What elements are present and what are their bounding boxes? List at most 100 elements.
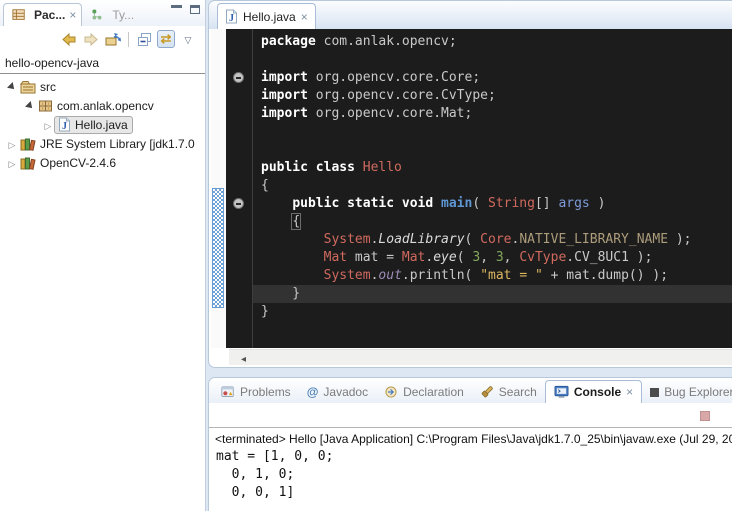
go-into-icon[interactable] — [104, 30, 122, 48]
expander-icon[interactable] — [6, 137, 18, 151]
sidebar-toolbar — [0, 26, 205, 52]
problems-icon — [221, 385, 235, 399]
forward-icon[interactable] — [82, 30, 100, 48]
editor-content: package com.anlak.opencv; import org.open… — [211, 29, 732, 348]
editor-tab-hello-java[interactable]: J Hello.java — [217, 3, 316, 29]
collapse-all-icon[interactable] — [135, 30, 153, 48]
code-line[interactable]: { — [261, 213, 732, 231]
tab-label: Search — [499, 385, 537, 399]
console-status-line: <terminated> Hello [Java Application] C:… — [209, 427, 732, 446]
tree-item-opencv-library[interactable]: OpenCV-2.4.6 — [0, 153, 205, 172]
tree-item-label: com.anlak.opencv — [57, 99, 154, 113]
package-icon — [38, 99, 53, 113]
code-line[interactable] — [261, 51, 732, 69]
tab-label: Javadoc — [323, 385, 368, 399]
console-icon — [554, 385, 569, 399]
range-indicator-ruler — [211, 29, 226, 348]
java-file-icon: J — [58, 117, 71, 132]
view-window-buttons — [171, 5, 200, 14]
package-explorer-panel: Pac... Ty... hello-opencv-jav — [0, 0, 206, 511]
code-line[interactable]: package com.anlak.opencv; — [261, 33, 732, 51]
scroll-left-arrow-icon[interactable] — [229, 349, 246, 367]
declaration-icon — [384, 385, 398, 399]
code-line[interactable]: import org.opencv.core.Core; — [261, 69, 732, 87]
code-line[interactable]: Mat mat = Mat.eye( 3, 3, CvType.CV_8UC1 … — [261, 249, 732, 267]
tree-item-label: JRE System Library [jdk1.7.0 — [40, 137, 195, 151]
toolbar-separator — [128, 32, 129, 47]
expander-icon[interactable] — [42, 118, 54, 132]
tab-javadoc[interactable]: Javadoc — [299, 381, 376, 403]
range-indicator-thumb[interactable] — [212, 188, 224, 308]
code-line[interactable]: import org.opencv.core.CvType; — [261, 87, 732, 105]
source-folder-icon — [20, 80, 36, 94]
close-icon[interactable] — [301, 10, 308, 24]
fold-collapse-icon[interactable] — [233, 72, 244, 83]
maximize-icon[interactable] — [190, 5, 200, 14]
tree-item-hello-java[interactable]: J Hello.java — [0, 115, 205, 134]
selected-item-highlight: J Hello.java — [54, 116, 133, 134]
code-line[interactable]: System.LoadLibrary( Core.NATIVE_LIBRARY_… — [261, 231, 732, 249]
code-area[interactable]: package com.anlak.opencv; import org.open… — [253, 29, 732, 348]
editor-pane: J Hello.java package com.anlak.opencv; im… — [208, 0, 732, 368]
editor-tab-bar: J Hello.java — [209, 1, 732, 29]
project-tree: src com.anlak.opencv J Hello.java JRE Sy… — [0, 74, 205, 172]
type-hierarchy-icon — [90, 8, 104, 22]
fold-collapse-icon[interactable] — [233, 198, 244, 209]
svg-text:J: J — [62, 121, 67, 132]
tab-console[interactable]: Console — [545, 380, 642, 403]
tree-item-label: src — [40, 80, 56, 94]
horizontal-scrollbar[interactable] — [229, 349, 732, 365]
library-icon — [20, 156, 36, 170]
search-icon — [480, 385, 494, 399]
tree-item-jre-library[interactable]: JRE System Library [jdk1.7.0 — [0, 134, 205, 153]
tab-problems[interactable]: Problems — [213, 381, 299, 403]
console-output: mat = [1, 0, 0; 0, 1, 0; 0, 0, 1] — [216, 448, 333, 502]
svg-text:J: J — [229, 13, 234, 24]
code-line[interactable]: public class Hello — [261, 159, 732, 177]
tab-label: Pac... — [34, 8, 65, 22]
bug-icon — [650, 388, 659, 397]
console-output-line: 0, 0, 1] — [216, 484, 333, 502]
project-root-label[interactable]: hello-opencv-java — [0, 52, 205, 74]
tree-item-src[interactable]: src — [0, 77, 205, 96]
tree-item-label: Hello.java — [75, 118, 128, 132]
back-icon[interactable] — [60, 30, 78, 48]
java-file-icon: J — [225, 9, 238, 24]
link-with-editor-icon[interactable] — [157, 30, 175, 48]
close-icon[interactable] — [69, 8, 76, 22]
tab-label: Ty... — [112, 8, 134, 22]
library-icon — [20, 137, 36, 151]
console-output-line: mat = [1, 0, 0; — [216, 448, 333, 466]
code-line[interactable] — [261, 123, 732, 141]
expander-icon[interactable] — [6, 84, 18, 90]
console-output-line: 0, 1, 0; — [216, 466, 333, 484]
code-line[interactable]: } — [261, 303, 732, 321]
code-line[interactable]: public static void main( String[] args ) — [261, 195, 732, 213]
sidebar-tab-bar: Pac... Ty... — [0, 0, 205, 26]
expander-icon[interactable] — [6, 156, 18, 170]
code-line[interactable]: System.out.println( "mat = " + mat.dump(… — [261, 267, 732, 285]
code-line[interactable]: import org.opencv.core.Mat; — [261, 105, 732, 123]
tab-label: Bug Explorer — [664, 385, 732, 399]
code-line[interactable] — [261, 141, 732, 159]
tab-type-hierarchy[interactable]: Ty... — [82, 4, 139, 26]
editor-tab-label: Hello.java — [243, 10, 296, 24]
expander-icon[interactable] — [24, 103, 36, 109]
package-explorer-icon — [12, 8, 26, 22]
code-line[interactable]: { — [261, 177, 732, 195]
close-icon[interactable] — [626, 385, 633, 399]
tab-declaration[interactable]: Declaration — [376, 381, 472, 403]
tab-package-explorer[interactable]: Pac... — [3, 3, 82, 26]
tab-bug-explorer[interactable]: Bug Explorer — [642, 381, 732, 403]
tab-label: Declaration — [403, 385, 464, 399]
bottom-panel: Problems Javadoc Declaration Search Cons… — [208, 377, 732, 511]
console-view: <terminated> Hello [Java Application] C:… — [209, 403, 732, 511]
tree-item-label: OpenCV-2.4.6 — [40, 156, 116, 170]
tab-search[interactable]: Search — [472, 381, 545, 403]
terminate-button[interactable] — [700, 411, 710, 421]
minimize-icon[interactable] — [171, 5, 182, 14]
view-menu-icon[interactable] — [179, 30, 197, 48]
code-line[interactable]: } — [253, 285, 732, 303]
tab-label: Problems — [240, 385, 291, 399]
tree-item-package[interactable]: com.anlak.opencv — [0, 96, 205, 115]
